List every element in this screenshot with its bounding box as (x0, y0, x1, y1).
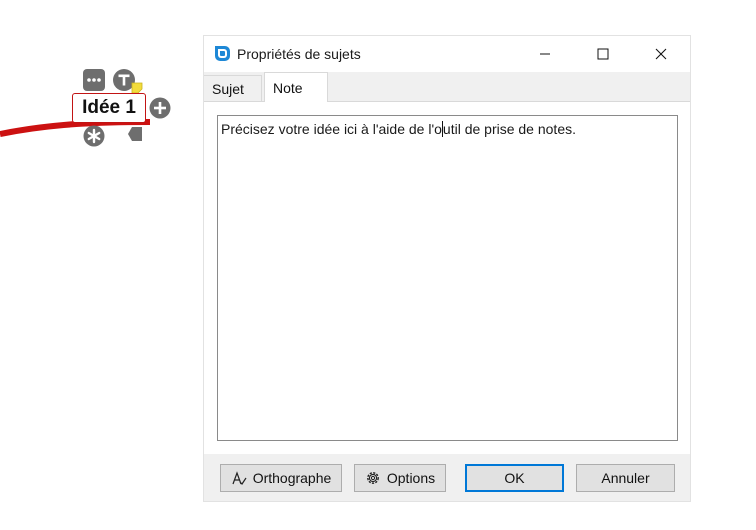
add-child-icon[interactable] (149, 97, 171, 119)
close-icon (655, 48, 667, 60)
more-options-icon[interactable] (83, 69, 105, 91)
spell-check-label: Orthographe (252, 470, 332, 486)
options-button[interactable]: Options (354, 464, 446, 492)
minimize-icon (540, 53, 550, 55)
tab-sujet[interactable]: Sujet (204, 75, 262, 101)
gear-icon (365, 470, 381, 486)
minimize-button[interactable] (522, 36, 568, 72)
ok-button[interactable]: OK (465, 464, 564, 492)
dialog-titlebar[interactable]: Propriétés de sujets (204, 36, 690, 72)
maximize-button[interactable] (580, 36, 626, 72)
tab-note[interactable]: Note (264, 72, 328, 102)
spell-check-icon (231, 470, 247, 486)
maximize-icon (597, 48, 609, 60)
options-label: Options (386, 470, 436, 486)
asterisk-icon[interactable] (83, 125, 105, 147)
note-text-part2: util de prise de notes. (442, 121, 576, 137)
topic-node-label[interactable]: Idée 1 (72, 93, 146, 123)
close-button[interactable] (638, 36, 684, 72)
note-text-part1: Précisez votre idée ici à l'aide de l'o (221, 121, 442, 137)
cancel-button[interactable]: Annuler (576, 464, 675, 492)
app-logo-icon (215, 46, 230, 61)
spell-check-button[interactable]: Orthographe (220, 464, 342, 492)
topic-properties-dialog: Propriétés de sujets Sujet Note Précisez… (203, 35, 691, 502)
note-tab-panel: Précisez votre idée ici à l'aide de l'ou… (204, 101, 690, 454)
note-textarea[interactable]: Précisez votre idée ici à l'aide de l'ou… (217, 115, 678, 441)
dialog-title: Propriétés de sujets (237, 46, 361, 62)
collapse-arrow-icon[interactable] (128, 126, 142, 142)
